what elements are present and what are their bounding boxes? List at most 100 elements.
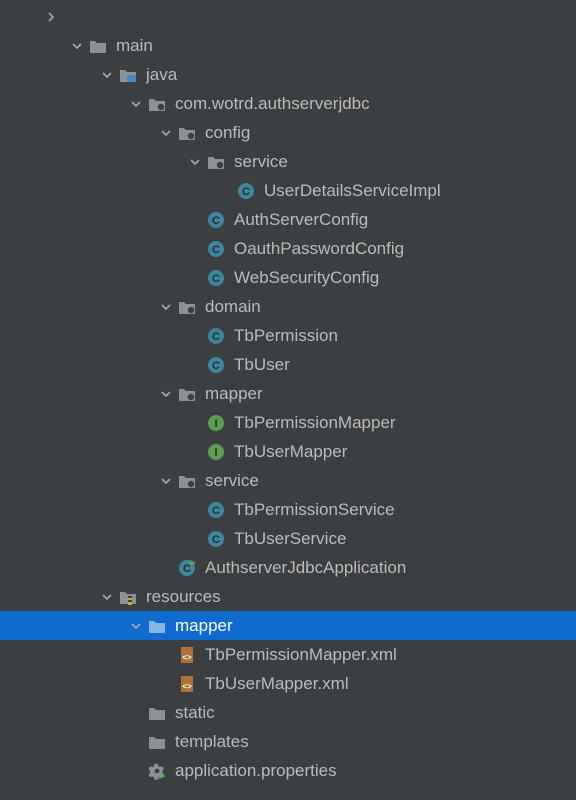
svg-text:C: C: [212, 360, 220, 372]
tree-row[interactable]: C UserDetailsServiceImpl: [0, 176, 576, 205]
tree-row[interactable]: resources: [0, 582, 576, 611]
tree-row[interactable]: application.properties: [0, 756, 576, 785]
tree-label: mapper: [175, 616, 233, 636]
properties-icon: [147, 761, 167, 781]
svg-text:C: C: [212, 244, 220, 256]
tree-row[interactable]: java: [0, 60, 576, 89]
tree-label: TbUserMapper.xml: [205, 674, 349, 694]
tree-label: AuthserverJdbcApplication: [205, 558, 406, 578]
interface-icon: I: [206, 413, 226, 433]
xml-icon: <>: [177, 645, 197, 665]
class-icon: C: [236, 181, 256, 201]
xml-icon: <>: [177, 674, 197, 694]
tree-label: config: [205, 123, 250, 143]
chevron-down-icon[interactable]: [159, 474, 173, 488]
tree-row[interactable]: ITbPermissionMapper: [0, 408, 576, 437]
tree-row[interactable]: [0, 2, 576, 31]
class-icon: C: [206, 500, 226, 520]
svg-text:C: C: [183, 563, 191, 575]
tree-label: application.properties: [175, 761, 337, 781]
tree-label: service: [205, 471, 259, 491]
package-icon: [177, 471, 197, 491]
project-tree[interactable]: main java com.wotrd.authserverjdbc config se…: [0, 0, 576, 785]
tree-label: TbUser: [234, 355, 290, 375]
tree-row[interactable]: C WebSecurityConfig: [0, 263, 576, 292]
tree-label: java: [146, 65, 177, 85]
tree-label: com.wotrd.authserverjdbc: [175, 94, 370, 114]
package-icon: [177, 297, 197, 317]
chevron-down-icon[interactable]: [100, 68, 114, 82]
class-icon: C: [206, 326, 226, 346]
tree-label: TbUserService: [234, 529, 346, 549]
svg-text:C: C: [212, 215, 220, 227]
package-icon: [177, 123, 197, 143]
package-icon: [177, 384, 197, 404]
tree-label: UserDetailsServiceImpl: [264, 181, 441, 201]
tree-row[interactable]: <> TbUserMapper.xml: [0, 669, 576, 698]
tree-label: templates: [175, 732, 249, 752]
tree-row[interactable]: C AuthServerConfig: [0, 205, 576, 234]
chevron-down-icon[interactable]: [70, 39, 84, 53]
tree-label: TbPermissionMapper.xml: [205, 645, 397, 665]
class-icon: C: [206, 210, 226, 230]
chevron-down-icon[interactable]: [159, 300, 173, 314]
tree-label: mapper: [205, 384, 263, 404]
svg-text:C: C: [242, 186, 250, 198]
tree-row[interactable]: templates: [0, 727, 576, 756]
folder-icon: [88, 36, 108, 56]
tree-row[interactable]: COauthPasswordConfig: [0, 234, 576, 263]
tree-label: TbPermission: [234, 326, 338, 346]
chevron-down-icon[interactable]: [100, 590, 114, 604]
folder-icon: [147, 732, 167, 752]
tree-row[interactable]: C TbPermission: [0, 321, 576, 350]
tree-row[interactable]: com.wotrd.authserverjdbc: [0, 89, 576, 118]
tree-row[interactable]: main: [0, 31, 576, 60]
tree-row[interactable]: service: [0, 147, 576, 176]
chevron-down-icon[interactable]: [188, 155, 202, 169]
chevron-down-icon[interactable]: [129, 97, 143, 111]
tree-label: domain: [205, 297, 261, 317]
chevron-down-icon[interactable]: [159, 126, 173, 140]
tree-row[interactable]: <> TbPermissionMapper.xml: [0, 640, 576, 669]
tree-row[interactable]: C TbUser: [0, 350, 576, 379]
svg-text:<>: <>: [182, 653, 192, 662]
chevron-right-icon[interactable]: [44, 10, 58, 24]
chevron-down-icon[interactable]: [159, 387, 173, 401]
tree-label: service: [234, 152, 288, 172]
svg-text:C: C: [212, 273, 220, 285]
tree-label: main: [116, 36, 153, 56]
class-icon: C: [206, 355, 226, 375]
tree-label: WebSecurityConfig: [234, 268, 379, 288]
svg-text:C: C: [212, 534, 220, 546]
tree-row[interactable]: mapper: [0, 379, 576, 408]
tree-label: AuthServerConfig: [234, 210, 368, 230]
package-icon: [147, 94, 167, 114]
tree-label: static: [175, 703, 215, 723]
tree-row[interactable]: service: [0, 466, 576, 495]
tree-label: TbPermissionService: [234, 500, 395, 520]
class-icon: C: [206, 529, 226, 549]
package-icon: [206, 152, 226, 172]
tree-label: resources: [146, 587, 221, 607]
class-run-icon: C: [177, 558, 197, 578]
tree-row[interactable]: I TbUserMapper: [0, 437, 576, 466]
svg-text:I: I: [214, 447, 217, 459]
interface-icon: I: [206, 442, 226, 462]
class-icon: C: [206, 268, 226, 288]
tree-row[interactable]: domain: [0, 292, 576, 321]
svg-text:C: C: [212, 505, 220, 517]
tree-row[interactable]: mapper: [0, 611, 576, 640]
class-icon: C: [206, 239, 226, 259]
tree-row[interactable]: C TbUserService: [0, 524, 576, 553]
svg-text:<>: <>: [182, 682, 192, 691]
folder-icon: [147, 616, 167, 636]
tree-label: TbUserMapper: [234, 442, 347, 462]
chevron-down-icon[interactable]: [129, 619, 143, 633]
svg-text:I: I: [214, 418, 217, 430]
tree-row[interactable]: static: [0, 698, 576, 727]
svg-text:C: C: [212, 331, 220, 343]
tree-row[interactable]: C TbPermissionService: [0, 495, 576, 524]
folder-src-icon: [118, 65, 138, 85]
tree-row[interactable]: config: [0, 118, 576, 147]
tree-row[interactable]: C AuthserverJdbcApplication: [0, 553, 576, 582]
